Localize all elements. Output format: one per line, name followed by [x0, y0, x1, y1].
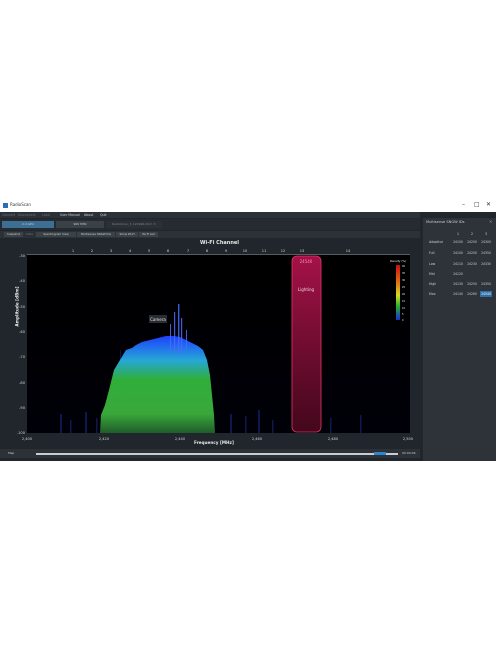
- seek-time: 00:00:06: [402, 451, 416, 455]
- column-header: 2: [470, 232, 474, 236]
- x-tick: 2,500: [403, 437, 414, 441]
- id-cell[interactable]: 24350: [480, 281, 492, 287]
- id-cell[interactable]: 24100: [452, 250, 464, 256]
- column-header: 1: [456, 232, 460, 236]
- row-label: Low: [429, 262, 436, 266]
- y-tick: -100: [17, 431, 26, 435]
- row-label: Full: [429, 251, 435, 255]
- y-tick: -40: [19, 279, 26, 283]
- spectrum-plot[interactable]: Camera 24540 Lighting Density (%) 40 35 …: [0, 200, 420, 450]
- y-tick: -90: [19, 406, 26, 410]
- id-cell[interactable]: 24140: [452, 291, 464, 297]
- seek-handle[interactable]: [374, 452, 386, 455]
- channel-tick: 7: [187, 249, 189, 253]
- minimize-button[interactable]: –: [462, 201, 465, 208]
- id-cell[interactable]: 24230: [466, 261, 478, 267]
- id-cell[interactable]: 24200: [466, 250, 478, 256]
- channel-tick: 1: [72, 249, 74, 253]
- density-colorbar: [396, 265, 400, 320]
- y-tick: -80: [19, 381, 26, 385]
- channel-tick: 10: [243, 249, 248, 253]
- id-cell[interactable]: 24260: [466, 291, 478, 297]
- legend-tick: 15: [402, 300, 406, 303]
- legend-tick: 30: [402, 279, 406, 282]
- maximize-button[interactable]: □: [474, 201, 480, 208]
- column-header: 3: [484, 232, 488, 236]
- seek-track[interactable]: [36, 453, 398, 455]
- id-cell[interactable]: 24250: [466, 239, 478, 245]
- channel-tick: 11: [262, 249, 267, 253]
- playback-bar: Map 00:00:06: [0, 449, 420, 458]
- plot-area: [27, 255, 410, 433]
- id-cell[interactable]: 24330: [480, 261, 492, 267]
- lighting-label: Lighting: [298, 287, 315, 292]
- y-tick: -30: [19, 254, 26, 258]
- x-tick: 2,480: [328, 437, 339, 441]
- channel-tick: 14: [346, 249, 351, 253]
- camera-label: Camera: [150, 317, 166, 322]
- channel-tick: 2: [91, 249, 93, 253]
- multisense-panel: Multisense SNGW IDs ✕ 1 2 3 Adaptive 241…: [423, 218, 496, 461]
- id-cell-selected[interactable]: 24540: [480, 290, 492, 297]
- legend-tick: 35: [402, 272, 406, 275]
- x-tick: 2,420: [99, 437, 110, 441]
- channel-tick: 12: [281, 249, 286, 253]
- panel-title: Multisense SNGW IDs: [426, 220, 465, 224]
- close-button[interactable]: ✕: [486, 201, 491, 208]
- legend-tick: 20: [402, 293, 406, 296]
- lighting-band[interactable]: [291, 255, 322, 433]
- id-cell[interactable]: 24110: [452, 261, 464, 267]
- x-tick: 2,440: [175, 437, 186, 441]
- x-tick: 2,400: [22, 437, 33, 441]
- row-label: Adaptive: [429, 240, 444, 244]
- id-cell[interactable]: 24130: [452, 281, 464, 287]
- legend-tick: 25: [402, 286, 406, 289]
- id-cell[interactable]: 24300: [480, 239, 492, 245]
- channel-tick: 9: [225, 249, 228, 253]
- id-cell[interactable]: 24250: [466, 281, 478, 287]
- x-tick: 2,460: [252, 437, 263, 441]
- y-tick: -60: [19, 330, 26, 334]
- id-cell[interactable]: 24350: [480, 250, 492, 256]
- row-label: Mid: [429, 272, 435, 276]
- channel-tick: 5: [148, 249, 150, 253]
- legend-title: Density (%): [390, 259, 406, 263]
- channel-tick: 8: [206, 249, 209, 253]
- row-label: Max: [429, 292, 436, 296]
- id-cell[interactable]: 24120: [452, 271, 464, 277]
- legend-tick: 10: [402, 307, 406, 310]
- y-tick: -70: [19, 355, 26, 359]
- y-tick: -50: [19, 305, 26, 309]
- channel-tick: 4: [129, 249, 132, 253]
- channel-tick: 13: [300, 249, 305, 253]
- channel-tick: 3: [110, 249, 112, 253]
- seek-label: Map: [8, 451, 15, 455]
- id-cell[interactable]: 24100: [452, 239, 464, 245]
- app-window: RadioScan – □ ✕ Connect Disconnect Load …: [0, 200, 496, 461]
- row-label: High: [429, 282, 437, 286]
- channel-tick: 6: [167, 249, 170, 253]
- legend-tick: 40: [402, 265, 406, 268]
- lighting-marker-label: 24540: [300, 259, 313, 264]
- panel-close-icon[interactable]: ✕: [489, 219, 492, 224]
